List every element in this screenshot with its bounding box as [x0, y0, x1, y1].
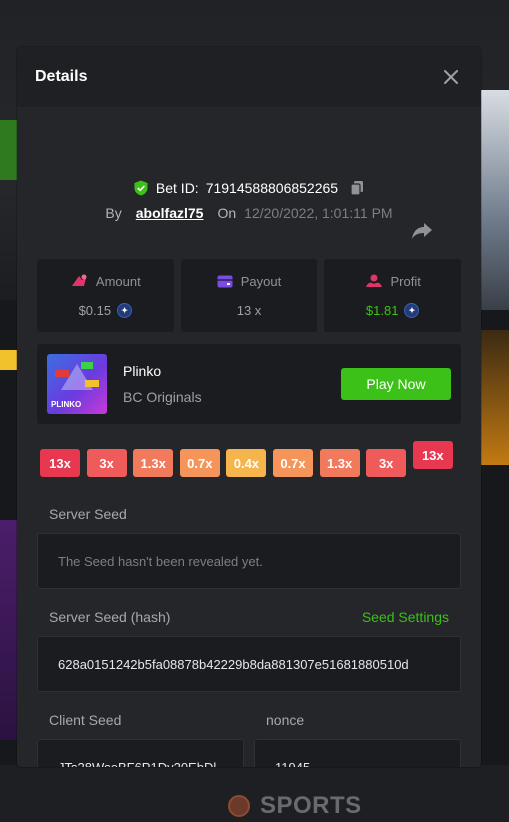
- username-link[interactable]: abolfazl75: [136, 205, 204, 221]
- basketball-icon: [228, 795, 250, 817]
- nonce-field[interactable]: 11945: [254, 739, 461, 767]
- game-card: PLINKO Plinko BC Originals Play Now: [37, 344, 461, 424]
- bet-id-row: Bet ID: 71914588806852265: [37, 180, 461, 196]
- game-thumbnail[interactable]: PLINKO: [47, 354, 107, 414]
- modal-body: Bet ID: 71914588806852265 By abolfazl75 …: [17, 180, 481, 767]
- seed-settings-link[interactable]: Seed Settings: [362, 609, 449, 625]
- multiplier-chip: 1.3x: [133, 449, 174, 477]
- bet-date: 12/20/2022, 1:01:11 PM: [244, 205, 393, 221]
- multiplier-chip: 13x: [40, 449, 80, 477]
- stat-amount-label: Amount: [95, 273, 141, 289]
- sports-nav[interactable]: SPORTS: [228, 792, 362, 820]
- multiplier-chip: 3x: [86, 449, 127, 477]
- background-orange-block: [479, 330, 509, 465]
- modal-title: Details: [35, 68, 88, 85]
- bet-id-label: Bet ID:: [155, 180, 199, 196]
- stat-profit: Profit $1.81 ✦: [324, 259, 462, 332]
- bet-stats: Amount $0.15 ✦ Payout 13 x Profit $1.81 …: [37, 259, 462, 332]
- server-seed-hash-label: Server Seed (hash): [49, 609, 171, 625]
- plinko-multiplier-row: 13x 3x 1.3x 0.7x 0.4x 0.7x 1.3x 3x 13x: [37, 441, 461, 486]
- verified-shield-icon: [134, 180, 148, 196]
- game-name: Plinko: [123, 363, 162, 379]
- modal-header: Details: [17, 47, 481, 107]
- stat-payout: Payout 13 x: [180, 259, 318, 332]
- client-seed-field[interactable]: JTs28WseBF6P1Dy20EbDl: [37, 739, 244, 767]
- stat-profit-label: Profit: [390, 273, 421, 289]
- background-yellow-block: [0, 350, 18, 370]
- multiplier-chip: 0.4x: [226, 449, 267, 477]
- bet-details-modal: Details Bet ID: 71914588806852265 By abo…: [17, 47, 481, 767]
- bet-author-row: By abolfazl75 On 12/20/2022, 1:01:11 PM: [37, 205, 461, 221]
- server-seed-hash-section: Server Seed (hash) Seed Settings 628a015…: [37, 609, 461, 692]
- server-seed-hash-field[interactable]: 628a0151242b5fa08878b42229b8da881307e516…: [37, 636, 461, 692]
- share-button[interactable]: [411, 222, 437, 244]
- server-seed-field[interactable]: The Seed hasn't been revealed yet.: [37, 533, 461, 589]
- client-seed-label: Client Seed: [49, 712, 122, 728]
- background-figure: [479, 90, 509, 310]
- multiplier-chip: 3x: [366, 449, 407, 477]
- game-category: BC Originals: [123, 389, 202, 405]
- game-thumbnail-label: PLINKO: [51, 400, 82, 409]
- coins-icon: [71, 274, 87, 286]
- server-seed-label: Server Seed: [49, 506, 127, 522]
- sports-label: SPORTS: [260, 792, 362, 819]
- stat-amount: Amount $0.15 ✦: [37, 259, 174, 332]
- multiplier-chip: 13x: [412, 441, 453, 469]
- stat-amount-value: $0.15: [78, 302, 112, 318]
- on-label: On: [217, 205, 237, 221]
- game-info: Plinko BC Originals: [123, 363, 202, 405]
- multiplier-chip: 0.7x: [273, 449, 313, 477]
- play-now-button[interactable]: Play Now: [341, 368, 451, 400]
- stat-payout-value: 13 x: [236, 302, 262, 318]
- currency-coin-icon: ✦: [404, 302, 420, 318]
- nonce-label: nonce: [266, 712, 305, 728]
- close-icon: [444, 70, 458, 84]
- multiplier-chip: 1.3x: [319, 449, 360, 477]
- wallet-icon: [217, 275, 233, 287]
- stat-profit-value: $1.81: [365, 302, 399, 318]
- profit-icon: [365, 274, 382, 287]
- server-seed-section: Server Seed The Seed hasn't been reveale…: [37, 506, 461, 589]
- stat-payout-label: Payout: [240, 273, 282, 289]
- currency-coin-icon: ✦: [117, 302, 133, 318]
- by-label: By: [105, 205, 122, 221]
- copy-icon[interactable]: [349, 180, 365, 196]
- multiplier-chip: 0.7x: [179, 449, 220, 477]
- bet-id-value: 71914588806852265: [205, 180, 339, 196]
- client-seed-nonce-row: Client Seed JTs28WseBF6P1Dy20EbDl nonce …: [37, 712, 461, 767]
- close-button[interactable]: [439, 65, 463, 89]
- share-icon: [412, 223, 432, 239]
